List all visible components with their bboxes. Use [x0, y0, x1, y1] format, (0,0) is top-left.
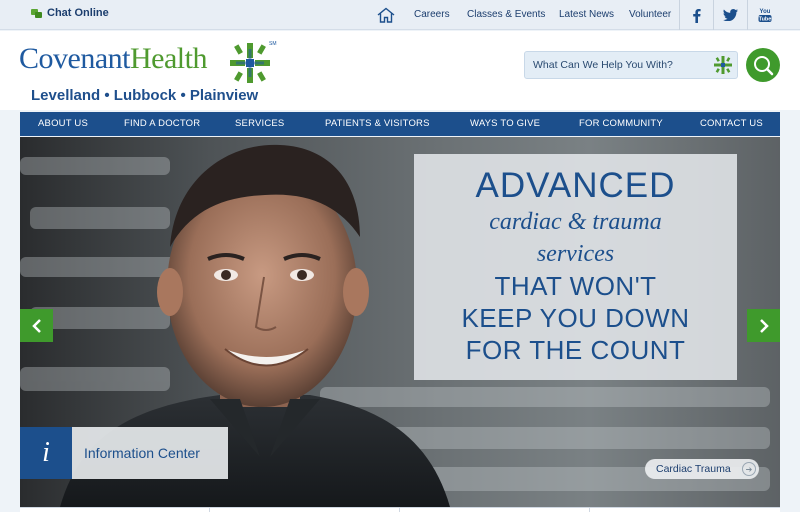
facebook-icon	[693, 8, 701, 23]
search-button[interactable]	[746, 48, 780, 82]
youtube-link[interactable]: You Tube	[747, 0, 781, 30]
svg-text:Tube: Tube	[758, 17, 771, 23]
cardiac-trauma-label: Cardiac Trauma	[656, 463, 731, 475]
nav-find-a-doctor[interactable]: FIND A DOCTOR	[124, 118, 200, 129]
info-icon: i	[20, 427, 72, 479]
headline-cardiac-trauma: cardiac & trauma	[489, 209, 662, 235]
logo-health: Health	[129, 42, 207, 75]
panel-divider	[589, 508, 590, 512]
logo-covenant: Covenant	[19, 42, 130, 75]
chat-bubble-icon	[31, 8, 42, 18]
nav-for-community[interactable]: FOR COMMUNITY	[579, 118, 663, 129]
arrow-right-circle-icon: ➔	[742, 462, 756, 476]
locations-tagline: Levelland • Lubbock • Plainview	[31, 87, 259, 104]
site-header: CovenantHealth SM Levelland • Lubbock • …	[0, 31, 800, 110]
hero-slider: ADVANCED cardiac & trauma services THAT …	[20, 137, 780, 507]
service-mark: SM	[269, 41, 277, 47]
hero-headline-box: ADVANCED cardiac & trauma services THAT …	[414, 154, 737, 380]
nav-contact-us[interactable]: CONTACT US	[700, 118, 763, 129]
twitter-link[interactable]	[713, 0, 747, 30]
chat-online-label: Chat Online	[47, 7, 109, 19]
utility-bar: Chat Online Careers Classes & Events Lat…	[0, 0, 800, 30]
headline-that-wont: THAT WON'T	[494, 271, 657, 301]
headline-services: services	[536, 241, 615, 267]
svg-text:You: You	[759, 9, 770, 15]
cross-logo-icon	[230, 43, 270, 83]
nav-about-us[interactable]: ABOUT US	[38, 118, 88, 129]
headline-keep-you-down: KEEP YOU DOWN	[461, 303, 690, 333]
cross-mini-icon	[714, 56, 732, 74]
nav-patients-visitors[interactable]: PATIENTS & VISITORS	[325, 118, 430, 129]
search-icon	[754, 56, 774, 76]
latest-news-link[interactable]: Latest News	[559, 9, 614, 20]
panel-divider	[209, 508, 210, 512]
headline-advanced: ADVANCED	[475, 166, 676, 205]
information-center-label: Information Center	[72, 427, 228, 479]
twitter-icon	[723, 9, 738, 21]
youtube-icon: You Tube	[758, 9, 771, 23]
nav-services[interactable]: SERVICES	[235, 118, 284, 129]
cardiac-trauma-link[interactable]: Cardiac Trauma ➔	[645, 459, 759, 479]
chat-online-link[interactable]: Chat Online	[31, 7, 109, 19]
headline-for-the-count: FOR THE COUNT	[465, 335, 686, 365]
search-input[interactable]	[525, 52, 705, 78]
information-center-button[interactable]: i Information Center	[20, 427, 228, 479]
home-icon[interactable]	[376, 7, 396, 23]
slider-prev-button[interactable]	[20, 309, 53, 342]
facebook-link[interactable]	[679, 0, 713, 30]
classes-events-link[interactable]: Classes & Events	[467, 9, 545, 20]
careers-link[interactable]: Careers	[414, 9, 450, 20]
covenant-health-logo[interactable]: CovenantHealth	[19, 42, 207, 76]
chevron-right-icon	[759, 318, 769, 333]
main-nav: ABOUT US FIND A DOCTOR SERVICES PATIENTS…	[20, 112, 780, 136]
slider-next-button[interactable]	[747, 309, 780, 342]
nav-ways-to-give[interactable]: WAYS TO GIVE	[470, 118, 540, 129]
content-panels-strip	[20, 507, 780, 512]
chevron-left-icon	[31, 318, 41, 333]
panel-divider	[399, 508, 400, 512]
volunteer-link[interactable]: Volunteer	[629, 9, 671, 20]
search-box	[524, 51, 738, 79]
